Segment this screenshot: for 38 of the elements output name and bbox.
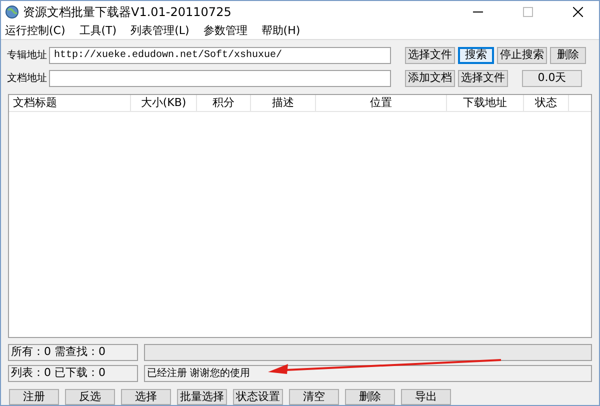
window-title: 资源文档批量下载器V1.01-20110725: [23, 4, 232, 21]
field-label: 专辑地址: [7, 48, 48, 62]
action-button[interactable]: 状态设置: [233, 389, 283, 405]
action-button[interactable]: 清空: [289, 389, 339, 405]
action-button[interactable]: 反选: [65, 389, 115, 405]
menu-item[interactable]: 参数管理: [203, 22, 248, 40]
action-button[interactable]: 删除: [345, 389, 395, 405]
status-message: 已经注册 谢谢您的使用: [144, 365, 592, 382]
toolbar-button[interactable]: 添加文档: [405, 70, 455, 86]
toolbar-button[interactable]: 选择文件: [405, 46, 455, 64]
album-url-field[interactable]: http://xueke.edudown.net/Soft/xshuxue/: [49, 46, 391, 64]
toolbar-button[interactable]: 搜索: [458, 46, 494, 64]
action-button[interactable]: 批量选择: [177, 389, 227, 405]
column-header[interactable]: 描述: [251, 95, 316, 111]
column-header[interactable]: 状态: [524, 95, 569, 111]
column-header[interactable]: 位置: [316, 95, 447, 111]
days-display: 0.0天: [522, 70, 582, 86]
app-globe-icon: [5, 5, 19, 19]
menu-item[interactable]: 运行控制(C): [5, 22, 66, 40]
toolbar-button[interactable]: 选择文件: [458, 70, 508, 86]
menu-item[interactable]: 帮助(H): [261, 22, 300, 40]
column-header[interactable]: 大小(KB): [131, 95, 197, 111]
column-header[interactable]: 文档标题: [9, 95, 131, 111]
toolbar-button[interactable]: 停止搜索: [497, 46, 547, 64]
action-button[interactable]: 注册: [9, 389, 59, 405]
action-button[interactable]: 导出: [401, 389, 451, 405]
menu-item[interactable]: 工具(T): [79, 22, 117, 40]
column-header[interactable]: 下载地址: [447, 95, 524, 111]
action-button[interactable]: 选择: [121, 389, 171, 405]
toolbar-button[interactable]: 删除: [550, 46, 586, 64]
document-url-field[interactable]: [49, 70, 391, 86]
maximize-icon: [523, 7, 533, 17]
column-header[interactable]: 积分: [197, 95, 251, 111]
count-status: 列表：0 已下载：0: [8, 365, 138, 382]
count-status: 所有：0 需查找：0: [8, 344, 138, 361]
menu-item[interactable]: 列表管理(L): [130, 22, 190, 40]
field-label: 文档地址: [7, 72, 48, 86]
close-icon[interactable]: [573, 7, 583, 17]
